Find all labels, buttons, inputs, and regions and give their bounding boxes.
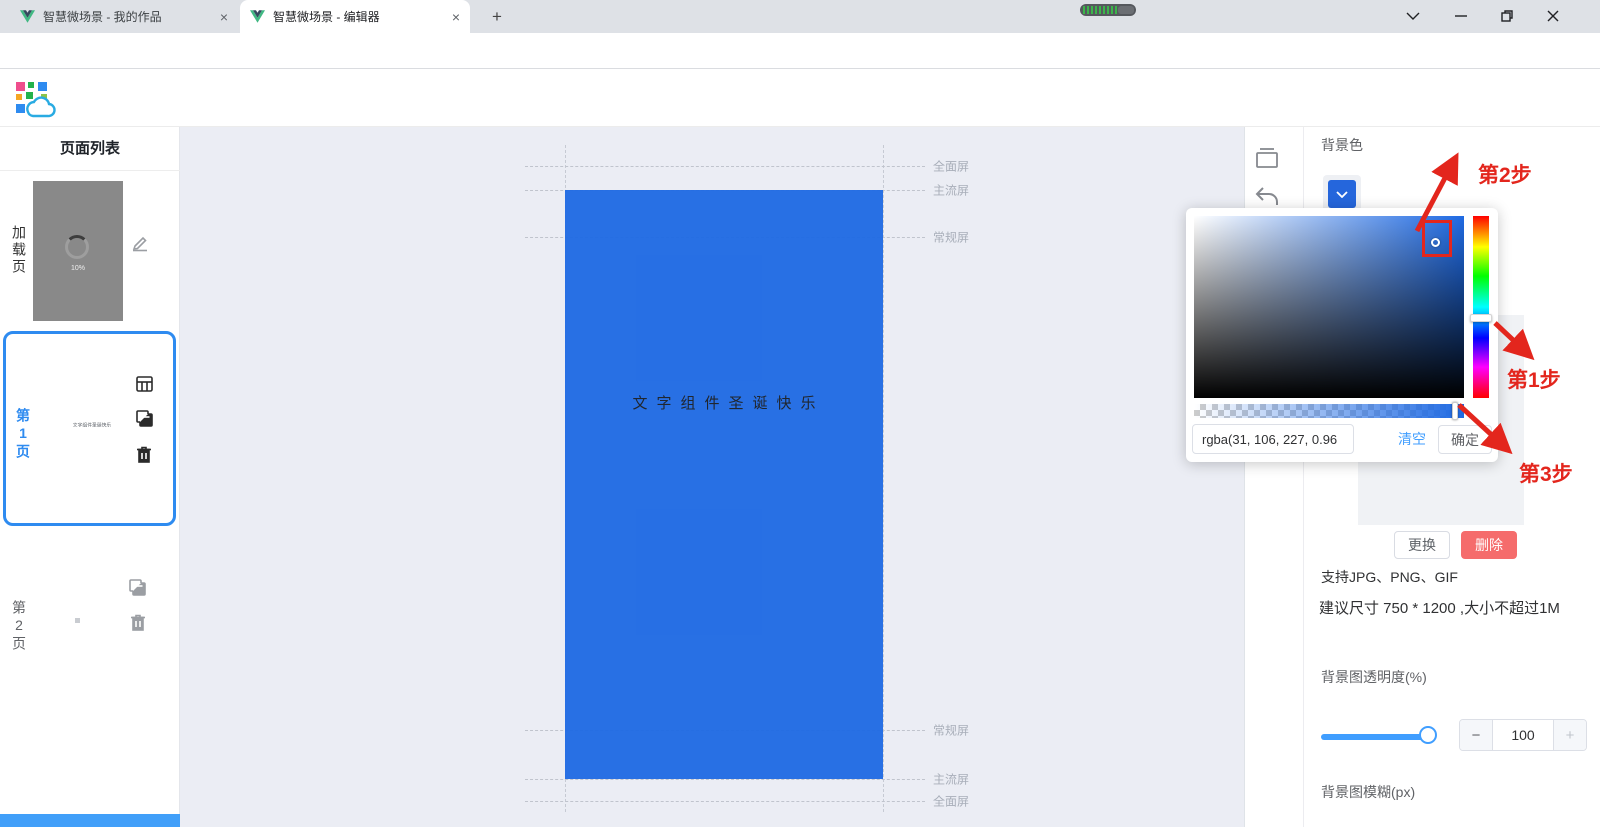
- copy-page-icon[interactable]: [129, 579, 146, 601]
- guide-line: [525, 779, 925, 780]
- mobile-page-surface[interactable]: 文字组件圣诞快乐: [565, 190, 883, 779]
- annotation-step1-arrow: [1489, 317, 1549, 377]
- page-item-label: 第2页: [9, 600, 29, 653]
- copy-page-icon[interactable]: [136, 410, 153, 432]
- guide-label: 主流屏: [933, 182, 969, 199]
- annotation-step3-arrow: [1453, 399, 1528, 467]
- clear-color-link[interactable]: 清空: [1398, 424, 1426, 454]
- vue-favicon: [20, 10, 35, 23]
- battery-rest: [1118, 6, 1134, 14]
- page-list-title: 页面列表: [0, 127, 180, 171]
- page-item-label: 加载页: [9, 225, 29, 276]
- browser-tab-my-works[interactable]: 智慧微场景 - 我的作品 ×: [10, 0, 238, 33]
- swatch-color: [1328, 180, 1356, 208]
- guide-line-vertical-right: [883, 145, 884, 812]
- stepper-decrease-button[interactable]: −: [1460, 720, 1492, 750]
- tab-close-icon[interactable]: ×: [220, 9, 228, 25]
- window-close-button[interactable]: [1536, 0, 1570, 32]
- browser-tab-bar: 智慧微场景 - 我的作品 × 智慧微场景 - 编辑器 × +: [0, 0, 1600, 33]
- guide-line: [525, 166, 925, 167]
- page-thumb-text: 文字组件圣诞快乐: [55, 421, 129, 428]
- loading-spinner: [65, 235, 89, 259]
- opacity-stepper: − 100 +: [1459, 719, 1587, 751]
- tab-close-icon[interactable]: ×: [452, 9, 460, 25]
- stepper-increase-button[interactable]: +: [1554, 720, 1586, 750]
- page-item-label: 第1页: [13, 408, 33, 461]
- window-chevron-button[interactable]: [1396, 0, 1430, 32]
- tab-title: 智慧微场景 - 我的作品: [43, 8, 203, 25]
- supported-formats-text: 支持JPG、PNG、GIF: [1321, 567, 1458, 587]
- blur-label: 背景图模糊(px): [1321, 782, 1415, 802]
- guide-label: 主流屏: [933, 771, 969, 788]
- window-restore-button[interactable]: [1490, 0, 1524, 32]
- battery-indicator: [1080, 4, 1136, 16]
- grid-layout-icon[interactable]: [136, 376, 153, 397]
- size-hint-text: 建议尺寸 750 * 1200 ,大小不超过1M: [1319, 597, 1560, 618]
- rgba-value-input[interactable]: [1192, 424, 1354, 454]
- delete-page-icon[interactable]: [130, 614, 146, 636]
- annotation-step2-label: 第2步: [1478, 159, 1532, 189]
- replace-image-button[interactable]: 更换: [1394, 531, 1450, 559]
- browser-tab-editor[interactable]: 智慧微场景 - 编辑器 ×: [240, 0, 470, 33]
- new-tab-button[interactable]: +: [484, 4, 510, 30]
- editor-canvas[interactable]: 全面屏 主流屏 常规屏 常规屏 主流屏 全面屏 文字组件圣诞快乐: [180, 127, 1244, 827]
- page-thumbnail[interactable]: 10%: [33, 181, 123, 321]
- edit-pencil-icon[interactable]: [130, 233, 150, 258]
- page-item-1-selected[interactable]: 第1页 文字组件圣诞快乐: [3, 331, 176, 526]
- guide-line: [525, 801, 925, 802]
- alpha-gradient: [1194, 404, 1464, 418]
- alpha-slider[interactable]: [1194, 404, 1464, 418]
- board-icon[interactable]: [1254, 146, 1280, 175]
- opacity-slider-track[interactable]: [1321, 734, 1433, 740]
- delete-image-button[interactable]: 删除: [1461, 531, 1517, 559]
- battery-fill: [1083, 6, 1117, 14]
- delete-page-icon[interactable]: [136, 446, 152, 468]
- background-settings-panel: 背景色 清空 确定 更换 删除 支持JPG、PNG、GIF 建议尺寸 750 *…: [1244, 127, 1600, 827]
- loading-percent: 10%: [33, 265, 123, 272]
- guide-label: 全面屏: [933, 158, 969, 175]
- guide-label: 全面屏: [933, 793, 969, 810]
- background-color-label: 背景色: [1321, 135, 1363, 155]
- opacity-label: 背景图透明度(%): [1321, 667, 1427, 687]
- guide-label: 常规屏: [933, 229, 969, 246]
- vue-favicon: [250, 10, 265, 23]
- editor-header: 智慧微场景 T 文字 图片 ♪ 音频 视频 导航 组件 插件: [0, 69, 1600, 127]
- add-page-bar[interactable]: [0, 814, 180, 827]
- opacity-value[interactable]: 100: [1492, 720, 1554, 750]
- page-list-sidebar: 页面列表 加载页 10% 第1页 文字组件圣诞快乐 第2页: [0, 127, 180, 827]
- page-text-component[interactable]: 文字组件圣诞快乐: [565, 392, 883, 413]
- guide-label: 常规屏: [933, 722, 969, 739]
- page-thumb-mark: [75, 618, 80, 623]
- tab-title: 智慧微场景 - 编辑器: [273, 8, 433, 25]
- chevron-down-icon: [1336, 191, 1348, 198]
- hue-slider[interactable]: [1473, 216, 1489, 398]
- window-minimize-button[interactable]: [1444, 0, 1478, 32]
- app-logo: [14, 80, 58, 118]
- opacity-slider-handle[interactable]: [1419, 726, 1437, 744]
- annotation-step2-arrow: [1403, 143, 1478, 238]
- browser-toolbar: ms.kyk251.cn/#/editor/58e29f5ad38543a8a1…: [0, 33, 1600, 69]
